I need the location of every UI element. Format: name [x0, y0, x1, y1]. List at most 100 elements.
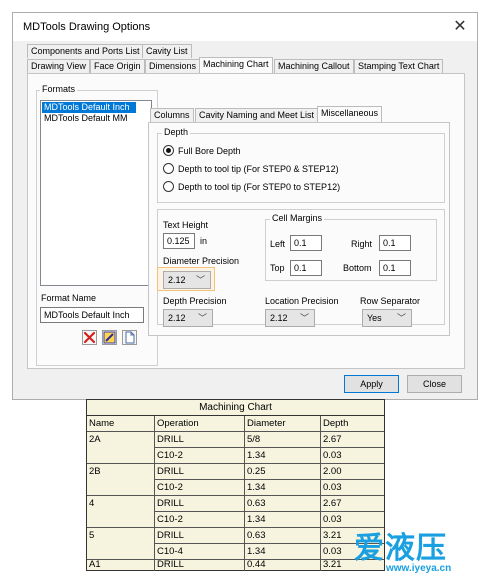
delete-icon[interactable]: [82, 330, 97, 345]
machining-chart-table: Machining Chart Name Operation Diameter …: [86, 399, 385, 571]
drawing-options-dialog: MDTools Drawing Options ✕ Components and…: [12, 12, 478, 400]
tab-stamping-text-chart[interactable]: Stamping Text Chart: [354, 59, 444, 73]
right-margin-label: Right: [351, 239, 373, 249]
depth-precision-value: 2.12: [168, 313, 186, 323]
right-margin-field[interactable]: 0.1: [379, 235, 411, 251]
chevron-down-icon: ﹀: [195, 275, 205, 285]
row-separator-value: Yes: [367, 313, 382, 323]
table-cell: 2A: [89, 434, 101, 445]
table-cell: DRILL: [157, 530, 184, 541]
depth-tool-tip-to-label: Depth to tool tip (For STEP0 to STEP12): [178, 182, 341, 192]
watermark-url: www.iyeya.cn: [386, 563, 452, 574]
watermark-logo: 爱液压: [354, 531, 447, 566]
tab-components-and-ports-list[interactable]: Components and Ports List: [27, 44, 144, 58]
table-cell: 4: [89, 498, 95, 509]
chevron-down-icon: ﹀: [299, 313, 309, 323]
table-cell: 0.63: [247, 498, 266, 509]
table-cell: C10-2: [157, 482, 183, 493]
text-height-label: Text Height: [163, 220, 209, 230]
table-cell: 1.34: [247, 514, 266, 525]
miscellaneous-panel: Depth Full Bore Depth Depth to tool tip …: [148, 122, 450, 336]
table-cell: DRILL: [157, 466, 184, 477]
text-height-unit: in: [200, 236, 208, 246]
subtab-columns[interactable]: Columns: [150, 108, 194, 122]
row-separator-select[interactable]: Yes ﹀: [362, 309, 412, 327]
location-precision-label: Location Precision: [265, 296, 339, 306]
row-separator-label: Row Separator: [360, 296, 421, 306]
apply-button[interactable]: Apply: [344, 375, 399, 393]
tab-machining-callout[interactable]: Machining Callout: [274, 59, 354, 73]
bottom-margin-label: Bottom: [343, 263, 372, 273]
dialog-title: MDTools Drawing Options: [23, 21, 151, 33]
diameter-precision-label: Diameter Precision: [163, 256, 240, 266]
grid-line: [154, 543, 384, 544]
table-cell: 0.03: [323, 482, 342, 493]
top-margin-label: Top: [270, 263, 285, 273]
depth-precision-select[interactable]: 2.12 ﹀: [163, 309, 213, 327]
location-precision-select[interactable]: 2.12 ﹀: [265, 309, 315, 327]
table-cell: 2.67: [323, 498, 342, 509]
list-item[interactable]: MDTools Default MM: [42, 113, 136, 124]
column-header-depth: Depth: [323, 418, 349, 429]
tab-drawing-view[interactable]: Drawing View: [27, 59, 90, 73]
table-cell: 3.21: [323, 530, 342, 541]
depth-tool-tip-and-label: Depth to tool tip (For STEP0 & STEP12): [178, 164, 339, 174]
diameter-precision-select[interactable]: 2.12 ﹀: [163, 271, 211, 289]
table-cell: 0.63: [247, 530, 266, 541]
depth-precision-label: Depth Precision: [163, 296, 227, 306]
radio-full-bore-depth[interactable]: [163, 145, 174, 156]
text-height-field[interactable]: 0.125: [163, 233, 195, 249]
table-cell: 5/8: [247, 434, 261, 445]
table-cell: 0.03: [323, 450, 342, 461]
table-cell: A1: [89, 559, 101, 570]
new-document-icon[interactable]: [122, 330, 137, 345]
full-bore-depth-label: Full Bore Depth: [178, 146, 241, 156]
table-cell: DRILL: [157, 434, 184, 445]
table-cell: 2.67: [323, 434, 342, 445]
cell-margins-label: Cell Margins: [270, 213, 325, 223]
table-cell: 5: [89, 530, 95, 541]
location-precision-value: 2.12: [270, 313, 288, 323]
table-cell: 2.00: [323, 466, 342, 477]
table-cell: 0.44: [247, 559, 266, 570]
radio-depth-tool-tip-and[interactable]: [163, 163, 174, 174]
grid-line: [154, 479, 384, 480]
grid-line: [154, 511, 384, 512]
table-cell: DRILL: [157, 498, 184, 509]
top-margin-field[interactable]: 0.1: [290, 260, 322, 276]
title-bar: MDTools Drawing Options ✕: [13, 13, 477, 41]
table-cell: 3.21: [323, 559, 342, 570]
machining-chart-panel: Formats MDTools Default Inch MDTools Def…: [27, 73, 465, 369]
table-cell: 0.25: [247, 466, 266, 477]
column-header-name: Name: [89, 418, 115, 429]
column-header-operation: Operation: [157, 418, 199, 429]
tab-cavity-list[interactable]: Cavity List: [142, 44, 192, 58]
edit-icon[interactable]: [102, 330, 117, 345]
left-margin-label: Left: [270, 239, 286, 249]
table-cell: 1.34: [247, 482, 266, 493]
subtab-cavity-naming[interactable]: Cavity Naming and Meet List: [195, 108, 319, 122]
tab-machining-chart[interactable]: Machining Chart: [199, 57, 273, 73]
close-icon[interactable]: ✕: [449, 16, 471, 38]
subtab-miscellaneous[interactable]: Miscellaneous: [317, 106, 383, 122]
formats-label: Formats: [40, 84, 78, 94]
radio-depth-tool-tip-to[interactable]: [163, 181, 174, 192]
table-cell: C10-2: [157, 450, 183, 461]
format-name-field[interactable]: MDTools Default Inch: [40, 307, 144, 323]
table-cell: 2B: [89, 466, 101, 477]
tab-dimensions[interactable]: Dimensions: [145, 59, 201, 73]
machining-chart-title: Machining Chart: [87, 400, 384, 416]
bottom-margin-field[interactable]: 0.1: [379, 260, 411, 276]
table-cell: 0.03: [323, 514, 342, 525]
table-cell: C10-2: [157, 514, 183, 525]
column-header-diameter: Diameter: [247, 418, 286, 429]
chevron-down-icon: ﹀: [396, 313, 406, 323]
close-button[interactable]: Close: [407, 375, 462, 393]
format-name-label: Format Name: [41, 293, 97, 303]
chevron-down-icon: ﹀: [197, 313, 207, 323]
table-cell: DRILL: [157, 559, 184, 570]
list-item[interactable]: MDTools Default Inch: [42, 102, 136, 113]
formats-listbox[interactable]: MDTools Default Inch MDTools Default MM: [40, 100, 152, 286]
tab-face-origin[interactable]: Face Origin: [90, 59, 145, 73]
left-margin-field[interactable]: 0.1: [290, 235, 322, 251]
